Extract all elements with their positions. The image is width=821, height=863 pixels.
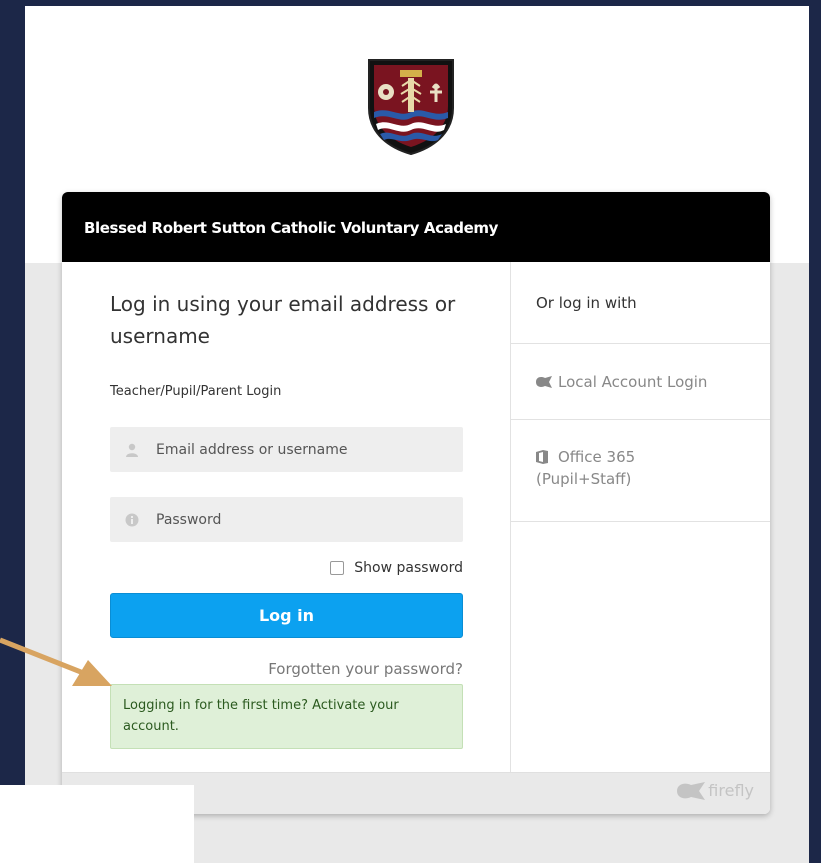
password-field[interactable] bbox=[110, 497, 463, 542]
alt-login-heading: Or log in with bbox=[511, 262, 770, 344]
firefly-brand: firefly bbox=[708, 781, 754, 800]
firefly-logo-icon bbox=[677, 781, 706, 800]
school-name-header: Blessed Robert Sutton Catholic Voluntary… bbox=[62, 192, 770, 262]
forgot-password-link[interactable]: Forgotten your password? bbox=[110, 660, 463, 678]
office365-sublabel: (Pupil+Staff) bbox=[536, 470, 632, 488]
login-page: Blessed Robert Sutton Catholic Voluntary… bbox=[25, 6, 809, 863]
firefly-logo: firefly bbox=[677, 781, 754, 800]
password-input[interactable] bbox=[156, 511, 436, 528]
show-password-toggle[interactable]: Show password bbox=[324, 560, 463, 576]
firefly-icon bbox=[536, 374, 552, 390]
login-subtitle: Teacher/Pupil/Parent Login bbox=[110, 384, 282, 399]
login-card: Blessed Robert Sutton Catholic Voluntary… bbox=[62, 192, 770, 814]
show-password-label: Show password bbox=[354, 560, 463, 576]
show-password-checkbox[interactable] bbox=[330, 561, 345, 575]
activate-account-link[interactable]: Logging in for the first time? Activate … bbox=[110, 684, 463, 749]
email-field[interactable] bbox=[110, 427, 463, 472]
alt-login-heading-text: Or log in with bbox=[536, 294, 637, 312]
alternate-login-panel: Or log in with Local Account Login Offic… bbox=[510, 262, 770, 772]
office365-label: Office 365 bbox=[558, 448, 636, 466]
school-crest-icon bbox=[368, 59, 454, 156]
login-button[interactable]: Log in bbox=[110, 593, 463, 638]
pointer-arrow-icon bbox=[0, 637, 112, 686]
office365-login-button[interactable]: Office 365 (Pupil+Staff) bbox=[511, 420, 770, 522]
user-icon bbox=[124, 442, 140, 458]
login-title: Log in using your email address or usern… bbox=[110, 292, 456, 348]
local-account-login-button[interactable]: Local Account Login bbox=[511, 344, 770, 420]
bottom-overlay bbox=[0, 785, 194, 863]
office-icon bbox=[536, 449, 552, 465]
email-input[interactable] bbox=[156, 441, 436, 458]
info-circle-icon bbox=[124, 512, 140, 528]
local-account-login-label: Local Account Login bbox=[558, 373, 708, 391]
